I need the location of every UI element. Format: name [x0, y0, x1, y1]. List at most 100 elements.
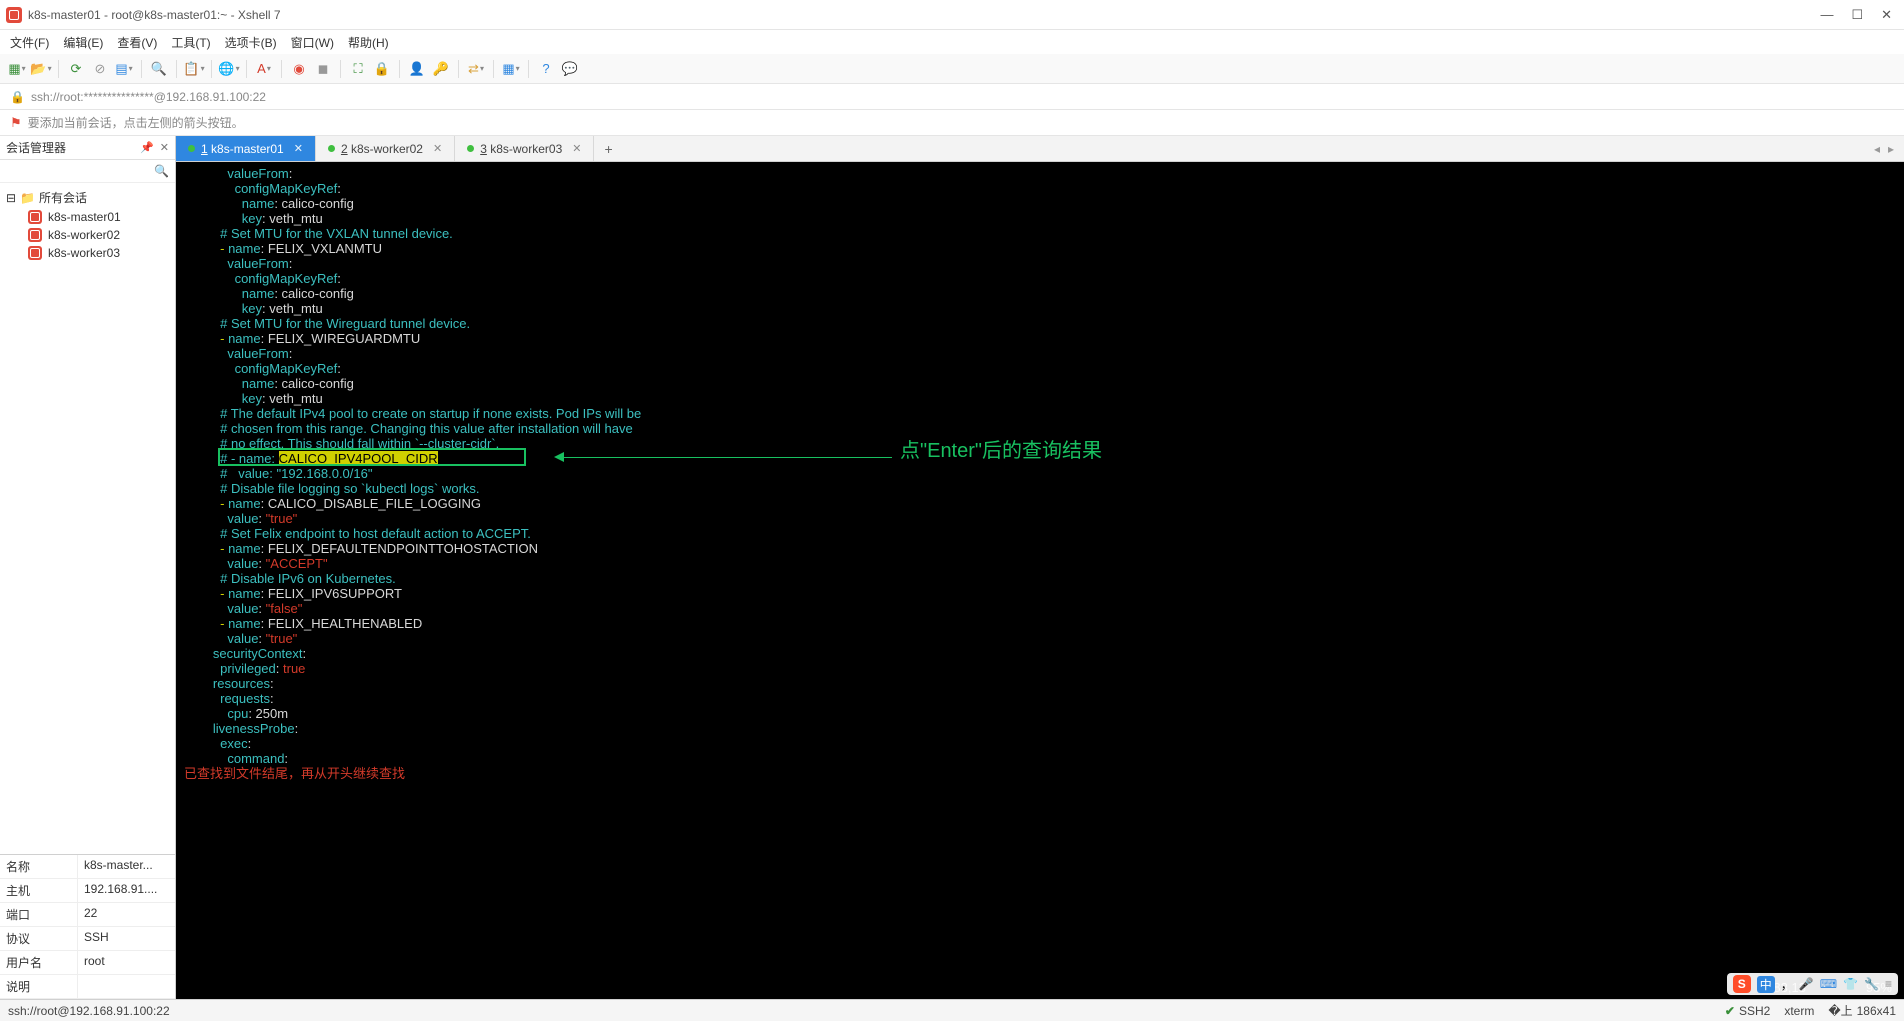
- open-icon[interactable]: 📂: [32, 60, 50, 78]
- record-icon[interactable]: ◉: [290, 60, 308, 78]
- layout-icon[interactable]: ▦: [502, 60, 520, 78]
- toolbar: ▦ 📂 ⟳ ⊘ ▤ 🔍 📋 🌐 A ◉ ◼ ⛶ 🔒 👤 🔑 ⇄ ▦ ? 💬: [0, 54, 1904, 84]
- tab[interactable]: 2 k8s-worker02✕: [316, 136, 455, 161]
- terminal-line: name: calico-config: [184, 196, 1896, 211]
- terminal-line: # Set MTU for the VXLAN tunnel device.: [184, 226, 1896, 241]
- tree-root[interactable]: ⊟ 📁 所有会话: [0, 187, 175, 208]
- tab[interactable]: 1 k8s-master01✕: [176, 136, 316, 161]
- status-address: ssh://root@192.168.91.100:22: [8, 1004, 170, 1018]
- tab-next-icon[interactable]: ▸: [1888, 142, 1894, 156]
- tree-root-label: 所有会话: [39, 189, 87, 206]
- help-icon[interactable]: ?: [537, 60, 555, 78]
- terminal-line: value: "true": [184, 631, 1896, 646]
- fullscreen-icon[interactable]: ⛶: [349, 60, 367, 78]
- maximize-button[interactable]: ☐: [1851, 7, 1863, 23]
- tab-close-icon[interactable]: ✕: [294, 142, 303, 155]
- lock-icon[interactable]: 🔒: [373, 60, 391, 78]
- terminal-line: - name: CALICO_DISABLE_FILE_LOGGING: [184, 496, 1896, 511]
- menu-tools[interactable]: 工具(T): [171, 34, 210, 51]
- ime-skin-icon[interactable]: 👕: [1843, 977, 1858, 991]
- prop-value: k8s-master...: [78, 855, 175, 878]
- prop-row: 说明: [0, 975, 175, 999]
- copy-icon[interactable]: 📋: [185, 60, 203, 78]
- tab[interactable]: 3 k8s-worker03 ✕: [455, 136, 594, 161]
- search-icon[interactable]: 🔍: [150, 60, 168, 78]
- prop-value: SSH: [78, 927, 175, 950]
- terminal-line: # no effect. This should fall within `--…: [184, 436, 1896, 451]
- terminal-line: - name: FELIX_VXLANMTU: [184, 241, 1896, 256]
- window-title: k8s-master01 - root@k8s-master01:~ - Xsh…: [28, 8, 1820, 22]
- sidebar-search[interactable]: 🔍: [0, 160, 175, 183]
- tree-item-label: k8s-master01: [48, 210, 121, 224]
- sidebar: 会话管理器 📌 ✕ 🔍 ⊟ 📁 所有会话 k8s-master01k8s-wor…: [0, 136, 176, 999]
- ime-bar[interactable]: S 中 ， 🎤 ⌨ 👕 🔧 ≡: [1727, 973, 1898, 995]
- separator-icon: [58, 60, 59, 78]
- menubar: 文件(F) 编辑(E) 查看(V) 工具(T) 选项卡(B) 窗口(W) 帮助(…: [0, 30, 1904, 54]
- close-button[interactable]: ✕: [1881, 7, 1892, 23]
- terminal-line: value: "false": [184, 601, 1896, 616]
- chat-icon[interactable]: 💬: [561, 60, 579, 78]
- key-icon[interactable]: 🔑: [432, 60, 450, 78]
- tab-prev-icon[interactable]: ◂: [1874, 142, 1880, 156]
- ime-mic-icon[interactable]: 🎤: [1799, 977, 1814, 991]
- terminal-line: # value: "192.168.0.0/16": [184, 466, 1896, 481]
- folder-icon: 📁: [20, 191, 35, 205]
- menu-file[interactable]: 文件(F): [10, 34, 49, 51]
- close-icon[interactable]: ✕: [160, 141, 169, 154]
- menu-tab[interactable]: 选项卡(B): [225, 34, 277, 51]
- minimize-button[interactable]: —: [1820, 7, 1833, 23]
- menu-window[interactable]: 窗口(W): [291, 34, 334, 51]
- add-tab-button[interactable]: +: [594, 136, 622, 161]
- prop-key: 端口: [0, 903, 78, 926]
- terminal-line: configMapKeyRef:: [184, 181, 1896, 196]
- prop-row: 用户名root: [0, 951, 175, 975]
- prop-key: 用户名: [0, 951, 78, 974]
- separator-icon: [528, 60, 529, 78]
- globe-icon[interactable]: 🌐: [220, 60, 238, 78]
- profile-icon[interactable]: ▤: [115, 60, 133, 78]
- menu-edit[interactable]: 编辑(E): [63, 34, 103, 51]
- separator-icon: [399, 60, 400, 78]
- separator-icon: [281, 60, 282, 78]
- transfer-icon[interactable]: ⇄: [467, 60, 485, 78]
- prop-row: 协议SSH: [0, 927, 175, 951]
- sogou-icon[interactable]: S: [1733, 975, 1751, 993]
- tree-item[interactable]: k8s-master01: [0, 208, 175, 226]
- disconnect-icon[interactable]: ⊘: [91, 60, 109, 78]
- status-ssh: SSH2: [1739, 1004, 1770, 1018]
- pin-icon[interactable]: 📌: [140, 141, 154, 154]
- flag-icon: ⚑: [10, 115, 22, 131]
- user-icon[interactable]: 👤: [408, 60, 426, 78]
- new-session-icon[interactable]: ▦: [8, 60, 26, 78]
- terminal-line: 已查找到文件结尾，再从开头继续查找: [184, 766, 1896, 781]
- ime-lang[interactable]: 中: [1757, 976, 1775, 993]
- font-icon[interactable]: A: [255, 60, 273, 78]
- terminal-line: exec:: [184, 736, 1896, 751]
- terminal-line: value: "ACCEPT": [184, 556, 1896, 571]
- prop-row: 主机192.168.91....: [0, 879, 175, 903]
- ime-tool-icon[interactable]: 🔧: [1864, 977, 1879, 991]
- ime-keyboard-icon[interactable]: ⌨: [1820, 977, 1837, 991]
- tab-close-icon[interactable]: ✕: [572, 142, 581, 155]
- terminal-line: name: calico-config: [184, 376, 1896, 391]
- stop-icon[interactable]: ◼: [314, 60, 332, 78]
- separator-icon: [246, 60, 247, 78]
- terminal-line: resources:: [184, 676, 1896, 691]
- terminal-line: privileged: true: [184, 661, 1896, 676]
- ime-menu-icon[interactable]: ≡: [1885, 977, 1892, 991]
- tree-item[interactable]: k8s-worker02: [0, 226, 175, 244]
- collapse-icon[interactable]: ⊟: [6, 191, 16, 205]
- tab-label: 3 k8s-worker03: [480, 142, 562, 156]
- reconnect-icon[interactable]: ⟳: [67, 60, 85, 78]
- menu-help[interactable]: 帮助(H): [348, 34, 389, 51]
- terminal-line: # The default IPv4 pool to create on sta…: [184, 406, 1896, 421]
- tree-item[interactable]: k8s-worker03: [0, 244, 175, 262]
- terminal[interactable]: valueFrom: configMapKeyRef: name: calico…: [176, 162, 1904, 999]
- tab-close-icon[interactable]: ✕: [433, 142, 442, 155]
- tree-item-label: k8s-worker03: [48, 246, 120, 260]
- address-url[interactable]: ssh://root:***************@192.168.91.10…: [31, 90, 266, 104]
- menu-view[interactable]: 查看(V): [117, 34, 157, 51]
- tree-item-label: k8s-worker02: [48, 228, 120, 242]
- ime-punct-icon[interactable]: ，: [1781, 976, 1793, 993]
- terminal-line: value: "true": [184, 511, 1896, 526]
